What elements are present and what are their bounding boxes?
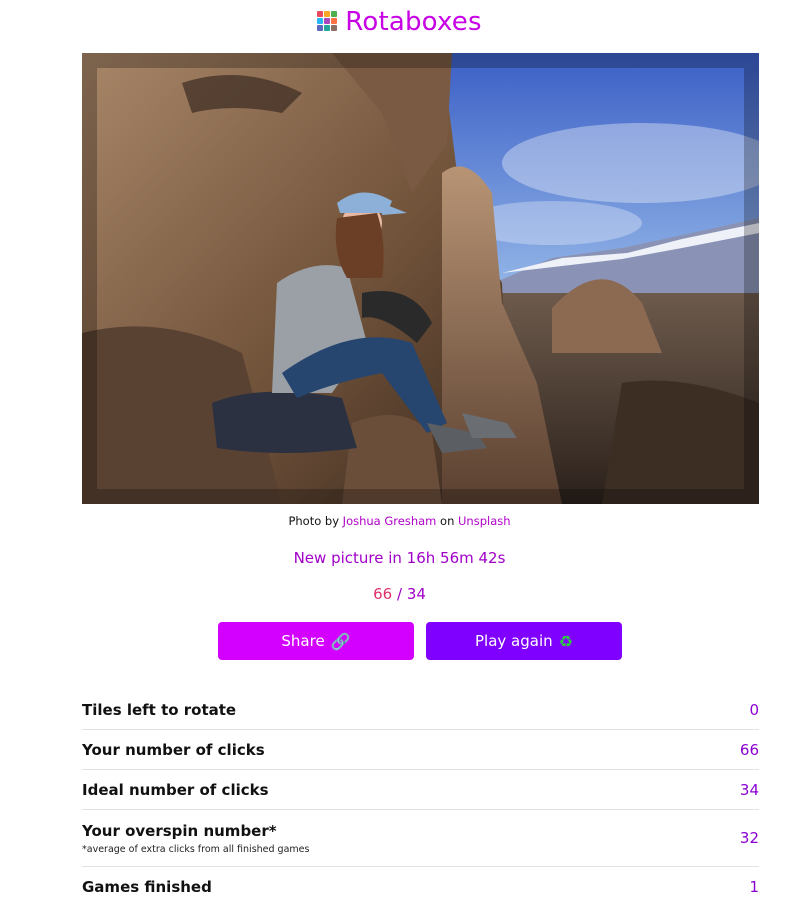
logo-tile <box>317 18 324 24</box>
stat-value: 32 <box>739 829 759 847</box>
stat-row: Your overspin number* *average of extra … <box>82 810 759 867</box>
stat-label: Ideal number of clicks <box>82 780 269 799</box>
countdown-text: New picture in 16h 56m 42s <box>293 549 506 567</box>
link-icon: 🔗 <box>330 631 351 651</box>
header: Rotaboxes <box>0 4 799 40</box>
stat-note: *average of extra clicks from all finish… <box>82 843 310 855</box>
score-clicks: 66 <box>373 585 393 603</box>
stat-value: 0 <box>749 700 759 719</box>
stat-label: Games finished <box>82 877 212 896</box>
stats-table: Tiles left to rotate 0 Your number of cl… <box>82 690 759 906</box>
logo-tile <box>317 11 324 17</box>
logo-tile <box>331 18 338 24</box>
stat-value: 34 <box>739 780 759 799</box>
logo-tile <box>331 11 338 17</box>
page: Rotaboxes Photo by Joshua Gresham on Uns… <box>0 0 799 924</box>
author-link[interactable]: Joshua Gresham <box>343 514 437 528</box>
photo-credit: Photo by Joshua Gresham on Unsplash <box>0 514 799 528</box>
photo-image <box>82 53 759 504</box>
app-title: Rotaboxes <box>345 7 482 37</box>
stat-value: 66 <box>739 740 759 759</box>
logo-tile <box>324 11 331 17</box>
stat-row: Your number of clicks 66 <box>82 730 759 770</box>
play-again-label: Play again <box>475 632 553 650</box>
share-label: Share <box>281 632 325 650</box>
action-buttons: Share 🔗 Play again ♻ <box>218 622 622 660</box>
puzzle-photo[interactable] <box>82 53 759 504</box>
stat-row: Games finished 1 <box>82 867 759 906</box>
stat-label: Your overspin number* *average of extra … <box>82 821 310 855</box>
score-separator: / <box>396 585 403 603</box>
logo-icon <box>317 11 339 33</box>
logo-tile <box>324 18 331 24</box>
share-button[interactable]: Share 🔗 <box>218 622 414 660</box>
play-again-button[interactable]: Play again ♻ <box>426 622 622 660</box>
logo-tile <box>324 25 331 31</box>
stat-label: Your number of clicks <box>82 740 265 759</box>
score-ideal: 34 <box>406 585 426 603</box>
score-display: 66 / 34 <box>0 585 799 603</box>
source-link[interactable]: Unsplash <box>458 514 511 528</box>
stat-label: Tiles left to rotate <box>82 700 237 719</box>
stat-row: Tiles left to rotate 0 <box>82 690 759 730</box>
recycle-icon: ♻ <box>558 631 573 651</box>
stat-value: 1 <box>749 877 759 896</box>
logo-tile <box>331 25 338 31</box>
stat-row: Ideal number of clicks 34 <box>82 770 759 810</box>
credit-prefix: Photo by <box>288 514 340 528</box>
credit-middle: on <box>440 514 455 528</box>
logo-tile <box>317 25 324 31</box>
